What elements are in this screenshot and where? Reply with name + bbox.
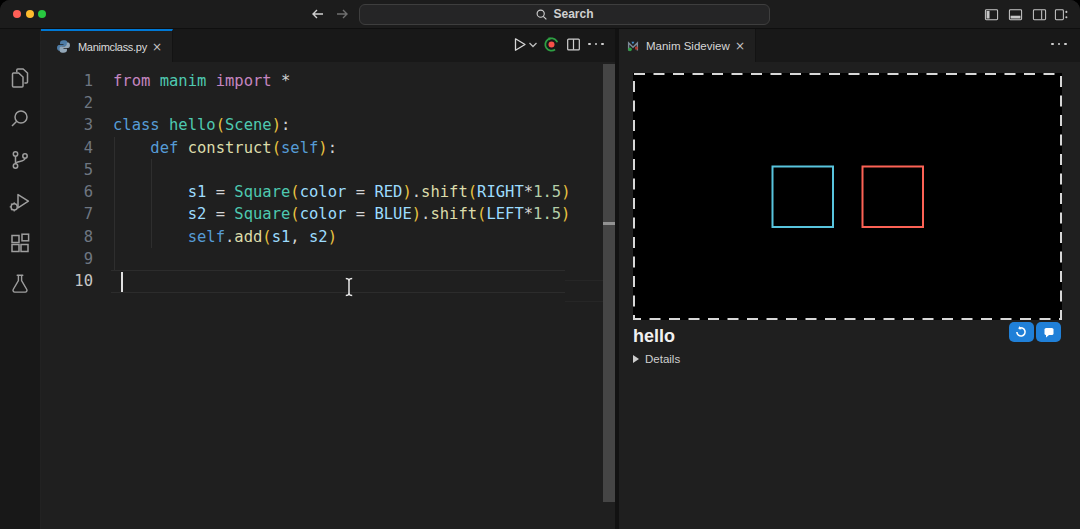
line-number: 9 [40,248,93,270]
tab-close-icon[interactable]: × [735,39,745,53]
code-line[interactable]: self.add(s1, s2) [113,226,337,248]
code-line[interactable]: from manim import * [113,70,290,92]
line-number: 2 [40,92,93,114]
vscode-window: Search [0,0,1080,529]
search-view-icon[interactable] [8,107,32,131]
open-video-player-button[interactable] [1036,322,1061,343]
toggle-primary-sidebar-icon[interactable] [984,7,999,22]
tab-label: Manim Sideview [646,40,730,52]
forward-arrow-icon[interactable] [334,6,350,22]
python-icon [56,39,71,54]
code-line[interactable]: class hello(Scene): [113,114,290,136]
editor-scrollbar[interactable] [603,64,615,502]
split-editor-icon[interactable] [566,37,581,52]
line-number: 3 [40,114,93,136]
source-control-icon[interactable] [8,148,32,172]
line-number: 4 [40,137,93,159]
code-line[interactable]: s1 = Square(color = RED).shift(RIGHT*1.5… [113,181,570,203]
editor-more-actions-icon[interactable] [588,43,604,46]
line-number: 6 [40,181,93,203]
explorer-icon[interactable] [8,66,32,90]
indent-guide [114,137,115,270]
mouse-ibeam-cursor [342,276,356,298]
manim-run-scene-icon[interactable] [543,36,560,53]
current-line-highlight-right [565,280,603,302]
search-placeholder: Search [553,7,593,21]
details-triangle-icon [633,355,639,363]
manim-sideview-icon [626,39,640,53]
toggle-secondary-sidebar-icon[interactable] [1032,7,1047,22]
tab-label: Manimclass.py [78,41,147,53]
search-icon [535,8,548,21]
line-number: 10 [40,270,93,292]
line-number: 1 [40,70,93,92]
text-caret [121,272,123,292]
testing-icon[interactable] [8,272,32,296]
minimize-window-button[interactable] [26,10,34,18]
line-number: 5 [40,159,93,181]
line-number: 7 [40,203,93,225]
video-player-icon [1042,325,1056,339]
customize-layout-icon[interactable] [1054,7,1069,22]
indent-guide [151,159,152,248]
scene-name-label: hello [633,326,675,347]
title-bar: Search [0,0,1080,29]
sideview-more-actions-icon[interactable] [1051,43,1067,46]
scrollbar-cursor-decoration [603,222,615,225]
details-expander[interactable]: Details [633,353,680,365]
tab-manimclass[interactable]: Manimclass.py × [41,29,173,62]
zoom-window-button[interactable] [38,10,46,18]
rerun-scene-button[interactable] [1009,322,1034,343]
run-and-debug-icon[interactable] [8,190,32,214]
manim-preview-canvas[interactable] [633,73,1062,320]
extensions-icon[interactable] [8,231,32,255]
activity-bar [0,29,41,529]
current-line-highlight [111,270,565,293]
tab-manim-sideview[interactable]: Manim Sideview × [619,29,756,62]
run-python-file-icon[interactable] [511,36,528,53]
tab-close-icon[interactable]: × [152,40,162,54]
search-input[interactable]: Search [359,4,770,25]
run-dropdown-chevron-icon[interactable] [528,40,538,50]
toggle-panel-icon[interactable] [1008,7,1023,22]
code-line[interactable]: s2 = Square(color = BLUE).shift(LEFT*1.5… [113,203,570,225]
code-line[interactable]: def construct(self): [113,137,337,159]
rerun-icon [1014,325,1028,339]
close-window-button[interactable] [13,10,21,18]
back-arrow-icon[interactable] [310,6,326,22]
line-number: 8 [40,226,93,248]
details-label: Details [645,353,680,365]
